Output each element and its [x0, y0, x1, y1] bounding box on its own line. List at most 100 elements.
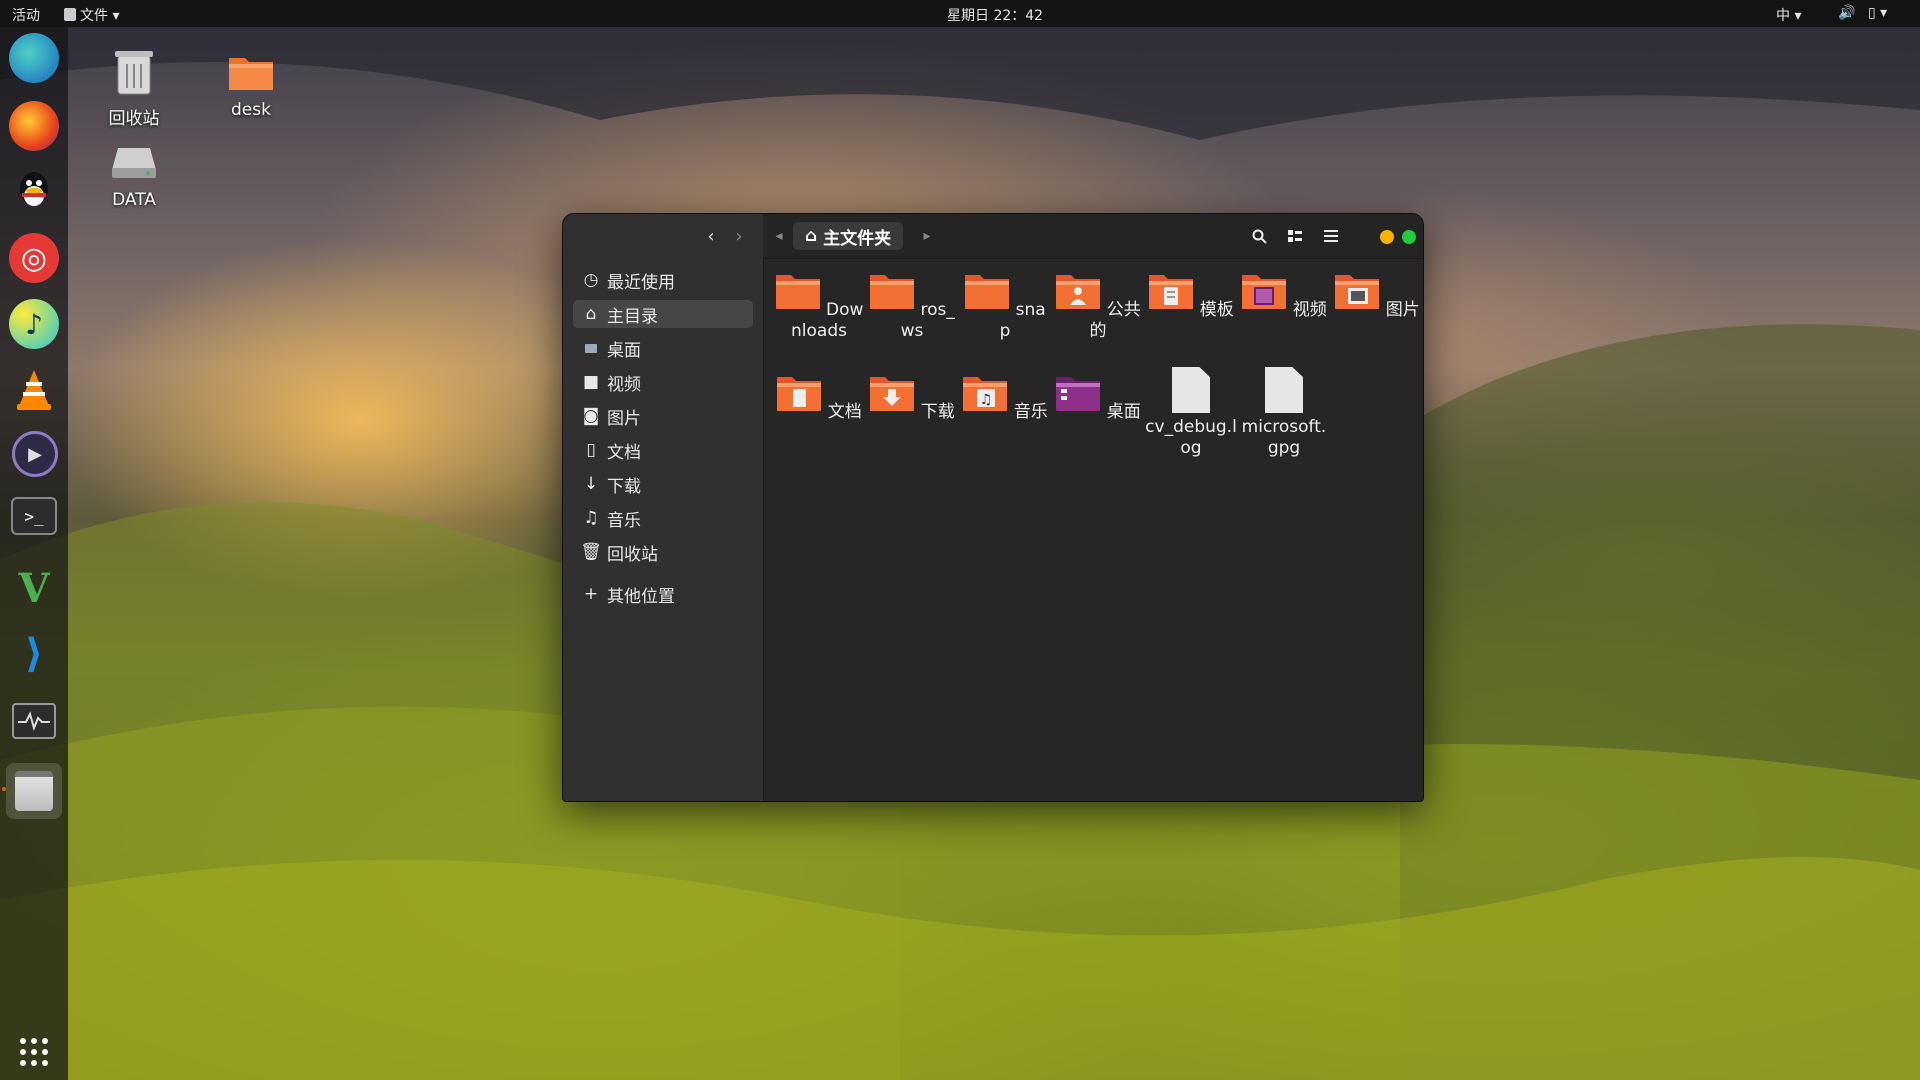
sidebar-item-documents[interactable]: ▯ 文档: [573, 436, 753, 464]
sidebar-item-desktop[interactable]: 桌面: [573, 334, 753, 362]
firefox-icon[interactable]: [9, 101, 59, 151]
desktop-icon-desk[interactable]: desk: [201, 52, 301, 120]
file-item-snap[interactable]: snap: [959, 271, 1051, 342]
sidebar-item-home[interactable]: ⌂ 主目录: [573, 300, 753, 328]
file-item-label: microsoft.gpg: [1241, 417, 1327, 458]
chevron-down-icon: ▾: [1880, 5, 1888, 21]
trash-icon: 🗑: [580, 542, 602, 562]
caret-right-icon: ▸: [923, 228, 931, 244]
maximize-button[interactable]: [1402, 230, 1416, 244]
sidebar-item-downloads[interactable]: ↓ 下载: [573, 470, 753, 498]
app-grid-icon[interactable]: [9, 1027, 59, 1077]
sidebar: ‹ › ◷ 最近使用 ⌂ 主目录 桌面 ■ 视频 ◙ 图片 ▯ 文档 ↓ 下载 ♫ 音乐 🗑 回…: [563, 214, 764, 801]
top-bar: 活动 文件 ▾ 星期日 22：42 中 ▾ 🔊 ▯ ▾: [0, 0, 1920, 27]
input-method-label: 中: [1776, 8, 1790, 24]
file-item-label: 图片: [1385, 300, 1420, 320]
caret-left-icon: ◂: [775, 228, 783, 244]
file-item-downloads[interactable]: Downloads: [773, 271, 865, 342]
file-item-desktop[interactable]: 桌面: [1052, 373, 1144, 423]
vscode-icon[interactable]: ⟩: [9, 629, 59, 679]
text-file-icon: [1172, 367, 1210, 413]
edge-icon[interactable]: [9, 33, 59, 83]
clock-icon: ◷: [583, 270, 599, 290]
file-item-label: 文档: [827, 402, 862, 422]
download-icon: ↓: [583, 474, 599, 494]
system-menu[interactable]: ▯ ▾: [1868, 5, 1887, 21]
sidebar-item-videos[interactable]: ■ 视频: [573, 368, 753, 396]
sidebar-item-recent[interactable]: ◷ 最近使用: [573, 266, 753, 294]
file-item-label: 下载: [920, 402, 955, 422]
sidebar-item-trash[interactable]: 🗑 回收站: [573, 538, 753, 566]
path-label: 主文件夹: [823, 228, 892, 249]
path-bar-home[interactable]: ⌂ 主文件夹: [793, 222, 904, 250]
video-icon: ■: [582, 372, 600, 392]
volume-icon[interactable]: 🔊: [1838, 5, 1855, 21]
sidebar-item-label: 音乐: [607, 510, 641, 531]
netease-music-icon[interactable]: ◎: [9, 233, 59, 283]
terminal-icon[interactable]: >_: [11, 497, 57, 535]
folder-music-icon: ♫: [963, 377, 1008, 411]
sidebar-item-label: 桌面: [607, 340, 641, 361]
file-manager-icon[interactable]: [6, 763, 62, 819]
search-button[interactable]: [1247, 224, 1271, 248]
file-item-download[interactable]: 下载: [866, 373, 958, 423]
folder-videos-icon: [1242, 275, 1287, 309]
file-item-music[interactable]: ♫ 音乐: [959, 373, 1051, 423]
desktop-icon-label: desk: [231, 100, 271, 120]
sidebar-item-label: 图片: [607, 408, 641, 429]
dock: ◎ ♪ ▶ >_ V ⟩: [0, 27, 68, 1080]
file-manager-window: ‹ › ◷ 最近使用 ⌂ 主目录 桌面 ■ 视频 ◙ 图片 ▯ 文档 ↓ 下载 ♫ 音乐 🗑 回…: [562, 213, 1424, 802]
file-item-pictures[interactable]: 图片: [1331, 271, 1423, 321]
minimize-button[interactable]: [1380, 230, 1394, 244]
sidebar-item-label: 文档: [607, 442, 641, 463]
app-menu-label: 文件: [80, 8, 108, 24]
svg-text:♫: ♫: [980, 392, 993, 408]
sidebar-item-music[interactable]: ♫ 音乐: [573, 504, 753, 532]
camera-icon: ◙: [582, 406, 600, 426]
folder-desktop-icon: [1056, 377, 1101, 411]
desktop-icon-data[interactable]: DATA: [84, 142, 184, 210]
folder-icon: [870, 275, 915, 309]
file-item-cv-debug-log[interactable]: cv_debug.log: [1145, 367, 1237, 459]
system-monitor-icon[interactable]: [12, 703, 56, 739]
file-item-videos[interactable]: 视频: [1238, 271, 1330, 321]
path-scroll-left-button[interactable]: ◂: [767, 224, 791, 248]
folder-download-icon: [870, 377, 915, 411]
chevron-down-icon: ▾: [1794, 8, 1802, 24]
file-item-ros-ws[interactable]: ros_ws: [866, 271, 958, 342]
sidebar-item-label: 下载: [607, 476, 641, 497]
video-player-icon[interactable]: ▶: [12, 431, 58, 477]
app-menu[interactable]: 文件 ▾: [64, 5, 119, 25]
file-item-microsoft-gpg[interactable]: microsoft.gpg: [1238, 367, 1330, 459]
sidebar-item-label: 主目录: [607, 306, 658, 327]
forward-button[interactable]: ›: [727, 224, 751, 248]
menu-button[interactable]: [1319, 224, 1343, 248]
sidebar-item-pictures[interactable]: ◙ 图片: [573, 402, 753, 430]
qq-icon[interactable]: [9, 167, 59, 217]
file-item-documents[interactable]: 文档: [773, 373, 865, 423]
chevron-right-icon: ›: [735, 225, 743, 247]
clock[interactable]: 星期日 22：42: [947, 5, 1043, 25]
hamburger-menu-icon: [1324, 230, 1338, 242]
drive-icon: [112, 148, 156, 178]
file-manager-glyph: [15, 771, 53, 811]
sidebar-item-label: 视频: [607, 374, 641, 395]
file-item-public[interactable]: 公共的: [1052, 271, 1144, 342]
folder-icon: [775, 275, 820, 309]
activities-button[interactable]: 活动: [12, 5, 40, 25]
input-method-indicator[interactable]: 中 ▾: [1776, 5, 1801, 25]
back-button[interactable]: ‹: [699, 224, 723, 248]
sidebar-item-other-locations[interactable]: + 其他位置: [573, 580, 753, 608]
view-toggle-button[interactable]: [1283, 224, 1307, 248]
music-player-icon[interactable]: ♪: [9, 299, 59, 349]
desktop-icon-trash[interactable]: 回收站: [84, 46, 184, 129]
folder-templates-icon: [1149, 275, 1194, 309]
trash-icon: [115, 51, 153, 95]
path-scroll-right-button[interactable]: ▸: [915, 224, 939, 248]
vim-icon[interactable]: V: [9, 563, 59, 613]
desktop-icon-label: DATA: [112, 190, 156, 210]
vlc-icon[interactable]: [9, 365, 59, 415]
file-item-templates[interactable]: 模板: [1145, 271, 1237, 321]
file-item-label: 桌面: [1106, 402, 1141, 422]
folder-documents-icon: [777, 377, 822, 411]
